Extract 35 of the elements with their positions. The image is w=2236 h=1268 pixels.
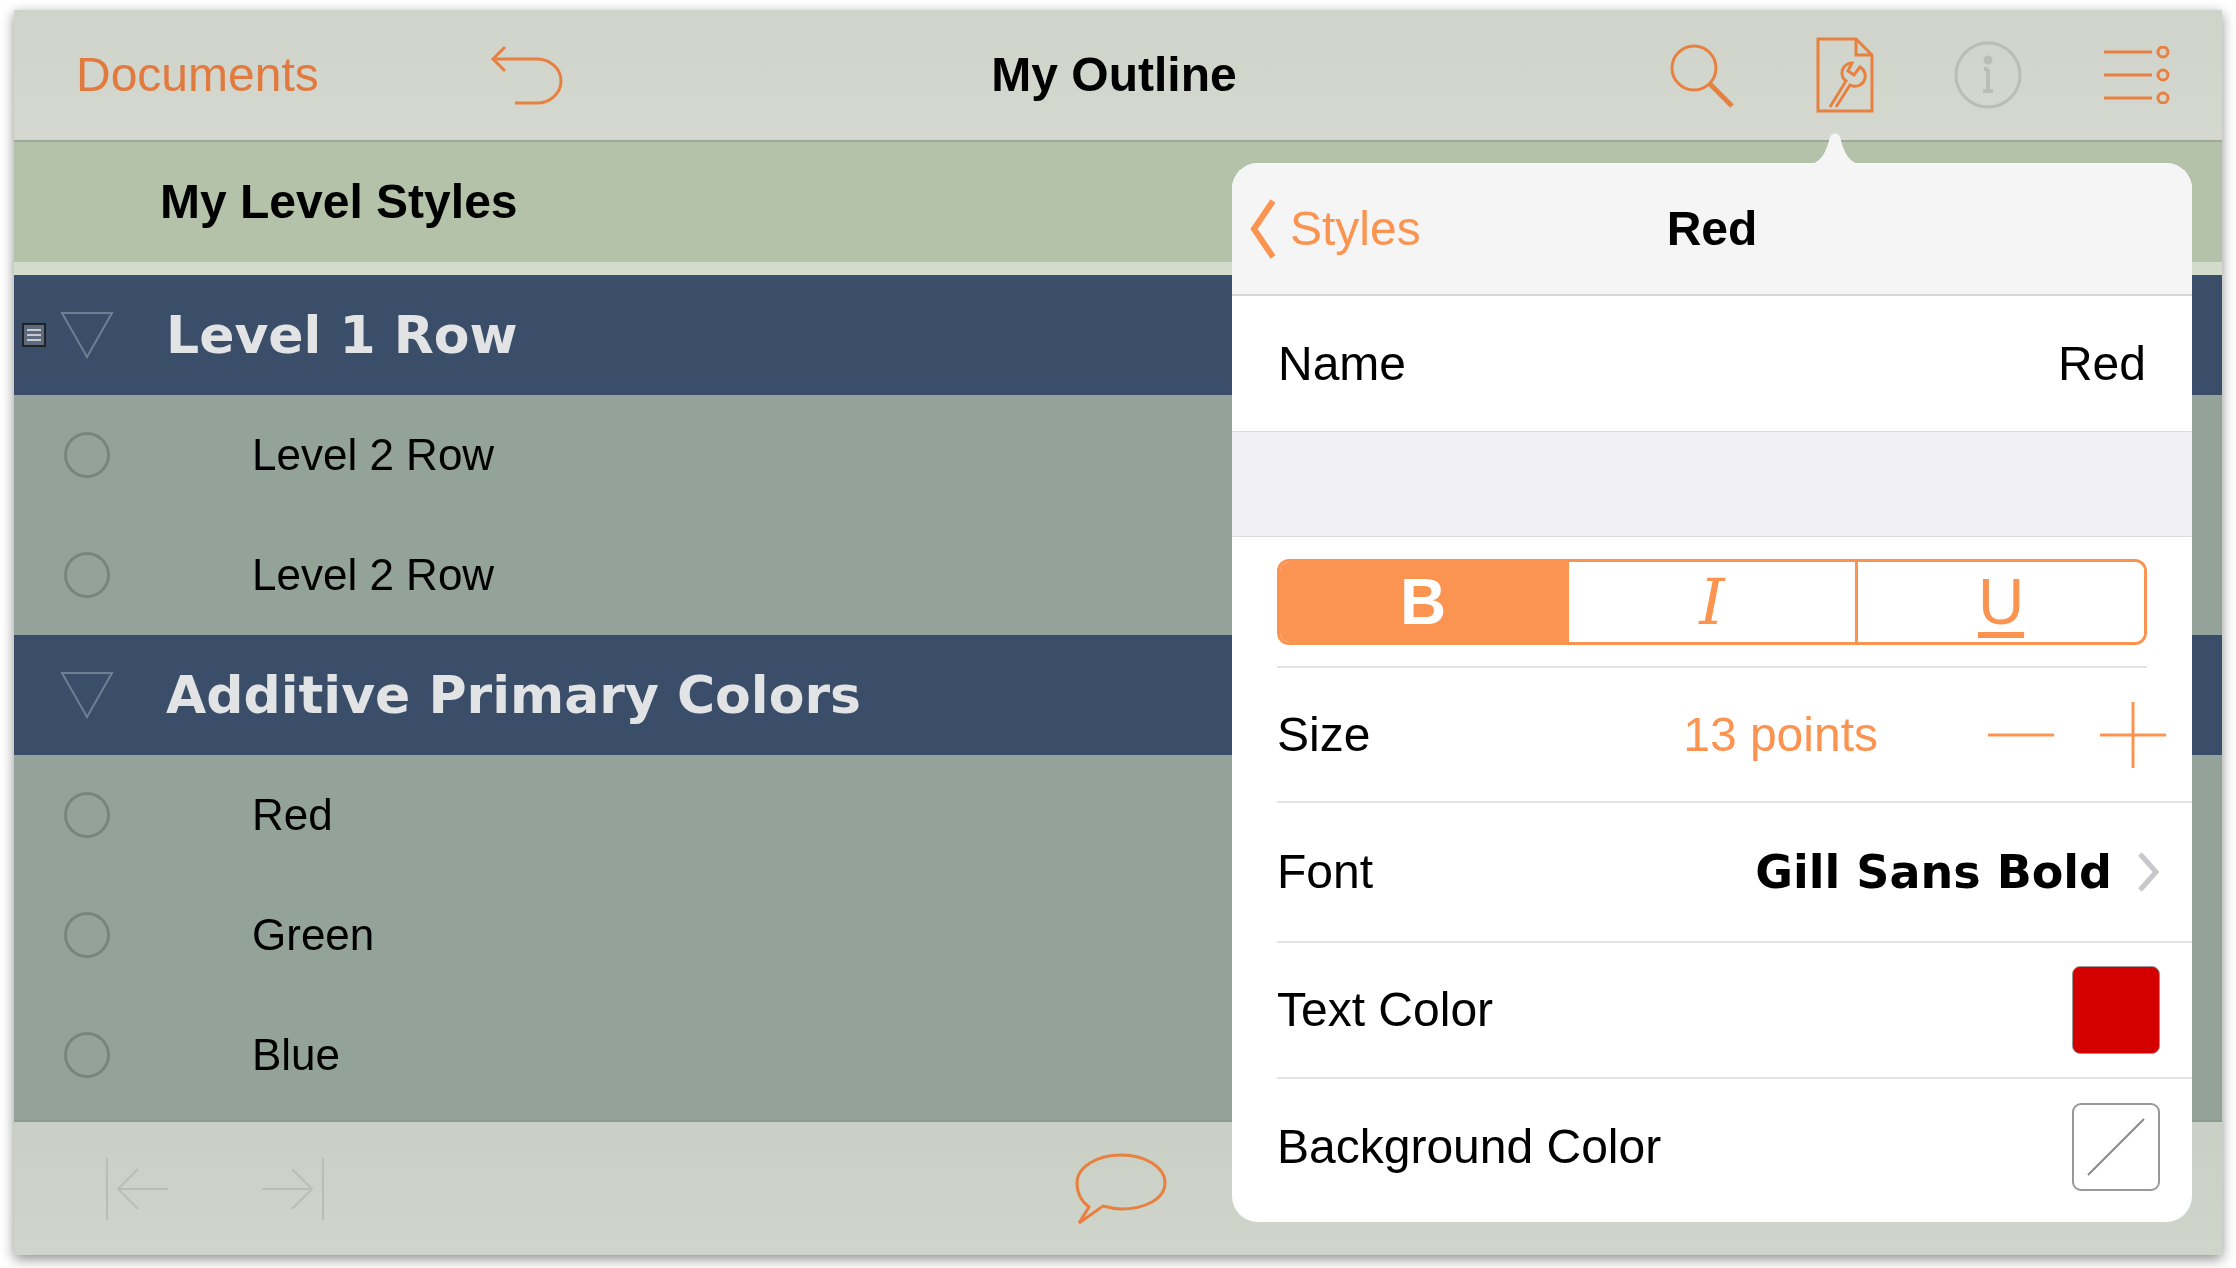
wrench-document-icon bbox=[1816, 37, 1874, 113]
menu-icon bbox=[2102, 46, 2170, 104]
row-handle-icon[interactable] bbox=[64, 912, 110, 958]
heading-text: Additive Primary Colors bbox=[166, 664, 861, 727]
row-handle-icon[interactable] bbox=[64, 792, 110, 838]
window-title: My Outline bbox=[991, 47, 1237, 103]
row-handle-icon[interactable] bbox=[64, 1032, 110, 1078]
expanded-triangle-icon[interactable] bbox=[60, 311, 114, 359]
font-row[interactable]: Font Gill Sans Bold bbox=[1277, 803, 2192, 943]
row-text: Level 2 Row bbox=[252, 549, 495, 601]
heading-text: Level 1 Row bbox=[166, 304, 518, 367]
minus-icon bbox=[1988, 732, 2054, 737]
section-title: My Level Styles bbox=[160, 174, 518, 230]
inspector-button[interactable] bbox=[1816, 37, 1874, 113]
name-label: Name bbox=[1278, 335, 1407, 392]
popover-title: Red bbox=[1666, 200, 1758, 257]
color-row[interactable]: Text Color bbox=[1277, 943, 2192, 1079]
row-text: Green bbox=[252, 909, 375, 961]
row-handle-icon[interactable] bbox=[64, 552, 110, 598]
row-handle-icon[interactable] bbox=[64, 432, 110, 478]
increase-button[interactable] bbox=[2100, 701, 2166, 768]
menu-button[interactable] bbox=[2102, 46, 2170, 104]
color-label: Background Color bbox=[1277, 1119, 1662, 1175]
expanded-triangle-icon[interactable] bbox=[60, 671, 114, 719]
chevron-left-icon bbox=[1250, 197, 1276, 260]
color-swatch[interactable] bbox=[2072, 966, 2160, 1054]
row-text: Level 2 Row bbox=[252, 429, 495, 481]
info-icon bbox=[1954, 41, 2022, 109]
row-text: Red bbox=[252, 789, 333, 841]
note-icon[interactable] bbox=[22, 323, 46, 347]
decrease-button[interactable] bbox=[1988, 732, 2054, 737]
chevron-right-icon bbox=[2136, 850, 2160, 894]
no-color-swatch[interactable] bbox=[2072, 1103, 2160, 1191]
plus-icon bbox=[2100, 701, 2166, 768]
row-text: Blue bbox=[252, 1029, 341, 1081]
